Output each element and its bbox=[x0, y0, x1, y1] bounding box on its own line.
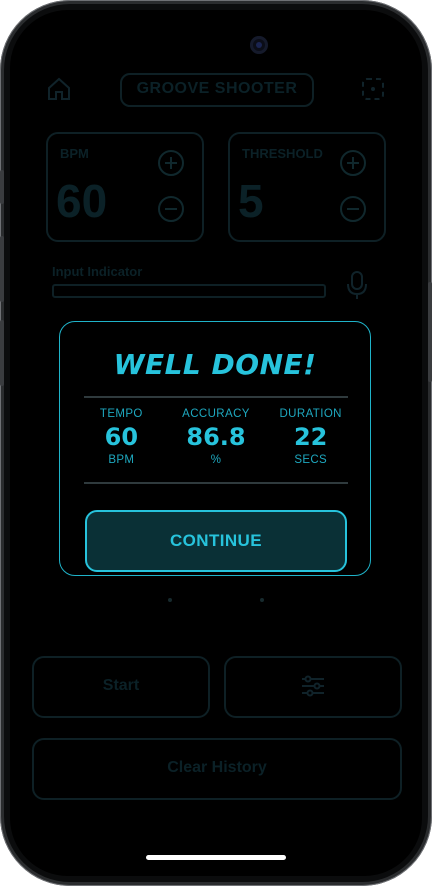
bpm-decrease-button[interactable] bbox=[158, 196, 184, 222]
stat-value: 22 bbox=[293, 423, 328, 451]
bpm-label: BPM bbox=[60, 146, 89, 161]
power-button bbox=[428, 282, 432, 382]
stat-label: DURATION bbox=[279, 408, 342, 420]
stat-label: ACCURACY bbox=[182, 408, 250, 420]
divider-bottom bbox=[84, 482, 348, 484]
stats-row: TEMPO 60 BPM ACCURACY 86.8 % DURATION 22… bbox=[74, 406, 358, 474]
threshold-increase-button[interactable] bbox=[340, 150, 366, 176]
stat-unit: SECS bbox=[294, 454, 327, 466]
home-icon[interactable] bbox=[46, 76, 72, 107]
background-dot bbox=[260, 598, 264, 602]
background-dot bbox=[168, 598, 172, 602]
start-button[interactable]: Start bbox=[32, 656, 210, 718]
home-indicator[interactable] bbox=[146, 855, 286, 860]
start-label: Start bbox=[102, 677, 140, 694]
threshold-value: 5 bbox=[238, 175, 264, 227]
threshold-label: THRESHOLD bbox=[242, 146, 323, 161]
action-button bbox=[0, 170, 4, 204]
clear-history-label: Clear History bbox=[167, 759, 267, 776]
input-level-bar bbox=[52, 284, 326, 298]
target-icon[interactable] bbox=[360, 76, 386, 107]
stat-duration: DURATION 22 SECS bbox=[263, 406, 358, 474]
continue-button[interactable]: CONTINUE bbox=[85, 510, 347, 572]
stat-unit: BPM bbox=[108, 454, 135, 466]
modal-title: WELL DONE! bbox=[113, 348, 317, 381]
stat-value: 86.8 bbox=[186, 423, 246, 451]
microphone-icon[interactable] bbox=[346, 270, 368, 305]
screen: GROOVE SHOOTER BPM 60 THRESHOLD 5 Input … bbox=[10, 10, 422, 876]
stat-label: TEMPO bbox=[99, 408, 143, 420]
stat-tempo: TEMPO 60 BPM bbox=[74, 406, 169, 474]
clear-history-button[interactable]: Clear History bbox=[32, 738, 402, 800]
input-indicator-label: Input Indicator bbox=[52, 264, 143, 279]
threshold-card: THRESHOLD 5 bbox=[228, 132, 386, 242]
app-title-pill: GROOVE SHOOTER bbox=[120, 73, 314, 107]
front-camera bbox=[250, 36, 268, 54]
divider-top bbox=[84, 396, 348, 398]
bpm-card: BPM 60 bbox=[46, 132, 204, 242]
stat-unit: % bbox=[210, 454, 222, 466]
app-title: GROOVE SHOOTER bbox=[136, 80, 298, 97]
results-modal: WELL DONE! TEMPO 60 BPM ACCURACY 86.8 % … bbox=[59, 321, 371, 576]
bpm-value: 60 bbox=[56, 175, 108, 227]
threshold-decrease-button[interactable] bbox=[340, 196, 366, 222]
volume-up-button bbox=[0, 236, 4, 302]
stat-accuracy: ACCURACY 86.8 % bbox=[169, 406, 264, 474]
bpm-increase-button[interactable] bbox=[158, 150, 184, 176]
stat-value: 60 bbox=[104, 423, 139, 451]
volume-down-button bbox=[0, 320, 4, 386]
settings-button[interactable] bbox=[224, 656, 402, 718]
sliders-icon bbox=[300, 674, 326, 703]
